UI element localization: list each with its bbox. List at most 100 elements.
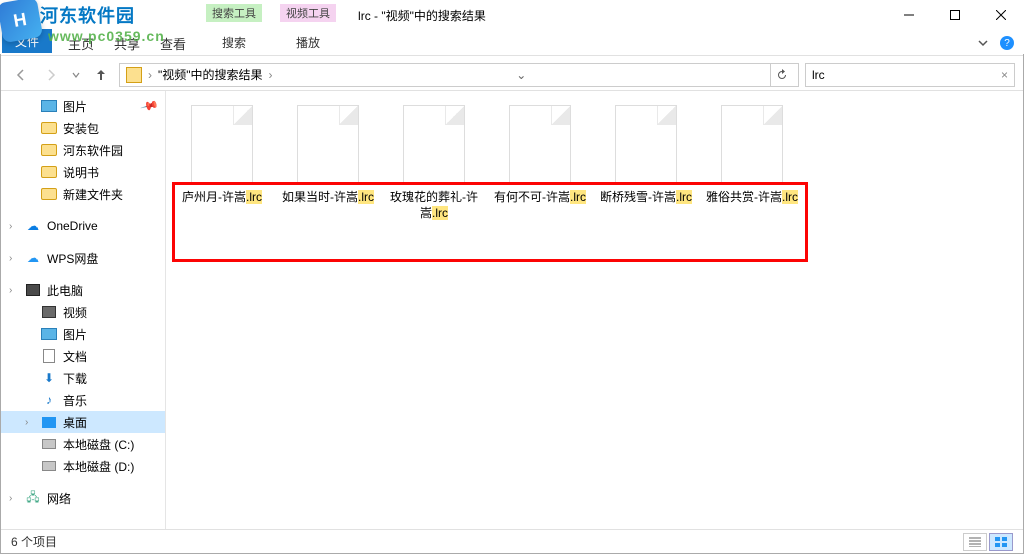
disk-icon <box>41 436 57 452</box>
up-button[interactable] <box>89 63 113 87</box>
watermark-site-name: 河东软件园 <box>40 2 135 28</box>
download-icon: ⬇ <box>41 370 57 386</box>
desktop-icon <box>41 414 57 430</box>
sidebar-item-manual[interactable]: 说明书 <box>1 161 165 183</box>
wps-icon: ☁ <box>25 250 41 266</box>
address-dropdown[interactable]: ⌄ <box>516 68 526 82</box>
music-icon: ♪ <box>41 392 57 408</box>
navigation-bar: › "视频"中的搜索结果 › ⌄ × <box>1 59 1023 91</box>
chevron-right-icon: › <box>9 253 12 264</box>
context-tab-search-label: 搜索 <box>222 34 246 51</box>
watermark-logo-square: H <box>0 0 43 43</box>
sidebar-item-newfolder[interactable]: 新建文件夹 <box>1 183 165 205</box>
sidebar-item-wps[interactable]: ›☁WPS网盘 <box>1 247 165 269</box>
file-label: 如果当时-许嵩.lrc <box>282 189 374 205</box>
pin-icon: 📌 <box>140 96 160 116</box>
network-icon: 🖧 <box>25 490 41 506</box>
content-pane[interactable]: 庐州月-许嵩.lrc 如果当时-许嵩.lrc 玫瑰花的葬礼-许嵩.lrc 有何不可-许… <box>166 91 1023 529</box>
context-tab-video[interactable]: 视频工具 播放 <box>272 2 344 53</box>
sidebar-item-documents[interactable]: 文档 <box>1 345 165 367</box>
recent-button[interactable] <box>69 63 83 87</box>
watermark-url: www.pc0359.cn <box>48 28 165 44</box>
status-bar: 6 个项目 <box>1 529 1023 553</box>
file-icon <box>403 105 465 185</box>
sidebar-item-music[interactable]: ♪音乐 <box>1 389 165 411</box>
sidebar-item-onedrive[interactable]: ›☁OneDrive <box>1 215 165 237</box>
file-icon <box>297 105 359 185</box>
address-bar[interactable]: › "视频"中的搜索结果 › ⌄ <box>119 63 799 87</box>
window-controls <box>886 0 1024 30</box>
body-area: 图片📌 安装包 河东软件园 说明书 新建文件夹 ›☁OneDrive ›☁WPS… <box>1 91 1023 529</box>
context-tab-search[interactable]: 搜索工具 搜索 <box>198 2 270 53</box>
files-grid: 庐州月-许嵩.lrc 如果当时-许嵩.lrc 玫瑰花的葬礼-许嵩.lrc 有何不可-许… <box>176 105 1013 221</box>
titlebar: 文件 主页 共享 查看 搜索工具 搜索 视频工具 播放 lrc - "视频"中的… <box>0 0 1024 54</box>
file-icon <box>509 105 571 185</box>
navigation-pane[interactable]: 图片📌 安装包 河东软件园 说明书 新建文件夹 ›☁OneDrive ›☁WPS… <box>1 91 166 529</box>
breadcrumb-sep-2: › <box>269 68 273 82</box>
back-button[interactable] <box>9 63 33 87</box>
file-label: 庐州月-许嵩.lrc <box>182 189 262 205</box>
refresh-button[interactable] <box>770 64 792 86</box>
sidebar-item-thispc[interactable]: ›此电脑 <box>1 279 165 301</box>
view-buttons <box>963 533 1013 551</box>
sidebar-item-hedong[interactable]: 河东软件园 <box>1 139 165 161</box>
folder-icon <box>41 142 57 158</box>
sidebar-item-desktop[interactable]: ›桌面 <box>1 411 165 433</box>
maximize-button[interactable] <box>932 0 978 30</box>
explorer-window: 文件 主页 共享 查看 搜索工具 搜索 视频工具 播放 lrc - "视频"中的… <box>0 0 1024 554</box>
ribbon-toggle[interactable] <box>976 36 994 54</box>
file-label: 玫瑰花的葬礼-许嵩.lrc <box>388 189 480 221</box>
minimize-button[interactable] <box>886 0 932 30</box>
file-item[interactable]: 雅俗共赏-许嵩.lrc <box>706 105 798 221</box>
breadcrumb-sep: › <box>148 68 152 82</box>
sidebar-item-pictures[interactable]: 图片📌 <box>1 95 165 117</box>
file-label: 断桥残雪-许嵩.lrc <box>600 189 692 205</box>
sidebar-item-network[interactable]: ›🖧网络 <box>1 487 165 509</box>
folder-icon <box>41 186 57 202</box>
help-icon[interactable]: ? <box>1000 36 1014 50</box>
search-box[interactable]: × <box>805 63 1015 87</box>
file-icon <box>615 105 677 185</box>
file-item[interactable]: 庐州月-许嵩.lrc <box>176 105 268 221</box>
sidebar-item-disk-d[interactable]: 本地磁盘 (D:) <box>1 455 165 477</box>
context-tab-search-title: 搜索工具 <box>206 4 262 22</box>
picture-icon <box>41 98 57 114</box>
file-item[interactable]: 有何不可-许嵩.lrc <box>494 105 586 221</box>
sidebar-item-downloads[interactable]: ⬇下载 <box>1 367 165 389</box>
search-input[interactable] <box>812 68 997 82</box>
file-label: 有何不可-许嵩.lrc <box>494 189 586 205</box>
context-tab-video-title: 视频工具 <box>280 4 336 22</box>
picture-icon <box>41 326 57 342</box>
file-item[interactable]: 断桥残雪-许嵩.lrc <box>600 105 692 221</box>
disk-icon <box>41 458 57 474</box>
window-title: lrc - "视频"中的搜索结果 <box>344 7 486 53</box>
chevron-right-icon: › <box>25 417 28 428</box>
folder-icon <box>126 67 142 83</box>
view-details-button[interactable] <box>963 533 987 551</box>
onedrive-icon: ☁ <box>25 218 41 234</box>
chevron-right-icon: › <box>9 221 12 232</box>
close-button[interactable] <box>978 0 1024 30</box>
sidebar-item-disk-c[interactable]: 本地磁盘 (C:) <box>1 433 165 455</box>
chevron-right-icon: › <box>9 285 12 296</box>
video-icon <box>41 304 57 320</box>
breadcrumb-item[interactable]: "视频"中的搜索结果 <box>158 66 263 83</box>
folder-icon <box>41 164 57 180</box>
file-label: 雅俗共赏-许嵩.lrc <box>706 189 798 205</box>
file-item[interactable]: 如果当时-许嵩.lrc <box>282 105 374 221</box>
sidebar-item-pictures-2[interactable]: 图片 <box>1 323 165 345</box>
sidebar-item-install[interactable]: 安装包 <box>1 117 165 139</box>
folder-icon <box>41 120 57 136</box>
chevron-right-icon: › <box>9 493 12 504</box>
watermark-logo: H <box>0 0 48 48</box>
file-icon <box>721 105 783 185</box>
pc-icon <box>25 282 41 298</box>
forward-button[interactable] <box>39 63 63 87</box>
sidebar-item-videos[interactable]: 视频 <box>1 301 165 323</box>
clear-search-button[interactable]: × <box>1001 68 1008 82</box>
document-icon <box>41 348 57 364</box>
file-icon <box>191 105 253 185</box>
file-item[interactable]: 玫瑰花的葬礼-许嵩.lrc <box>388 105 480 221</box>
context-tab-video-label: 播放 <box>296 34 320 51</box>
view-icons-button[interactable] <box>989 533 1013 551</box>
